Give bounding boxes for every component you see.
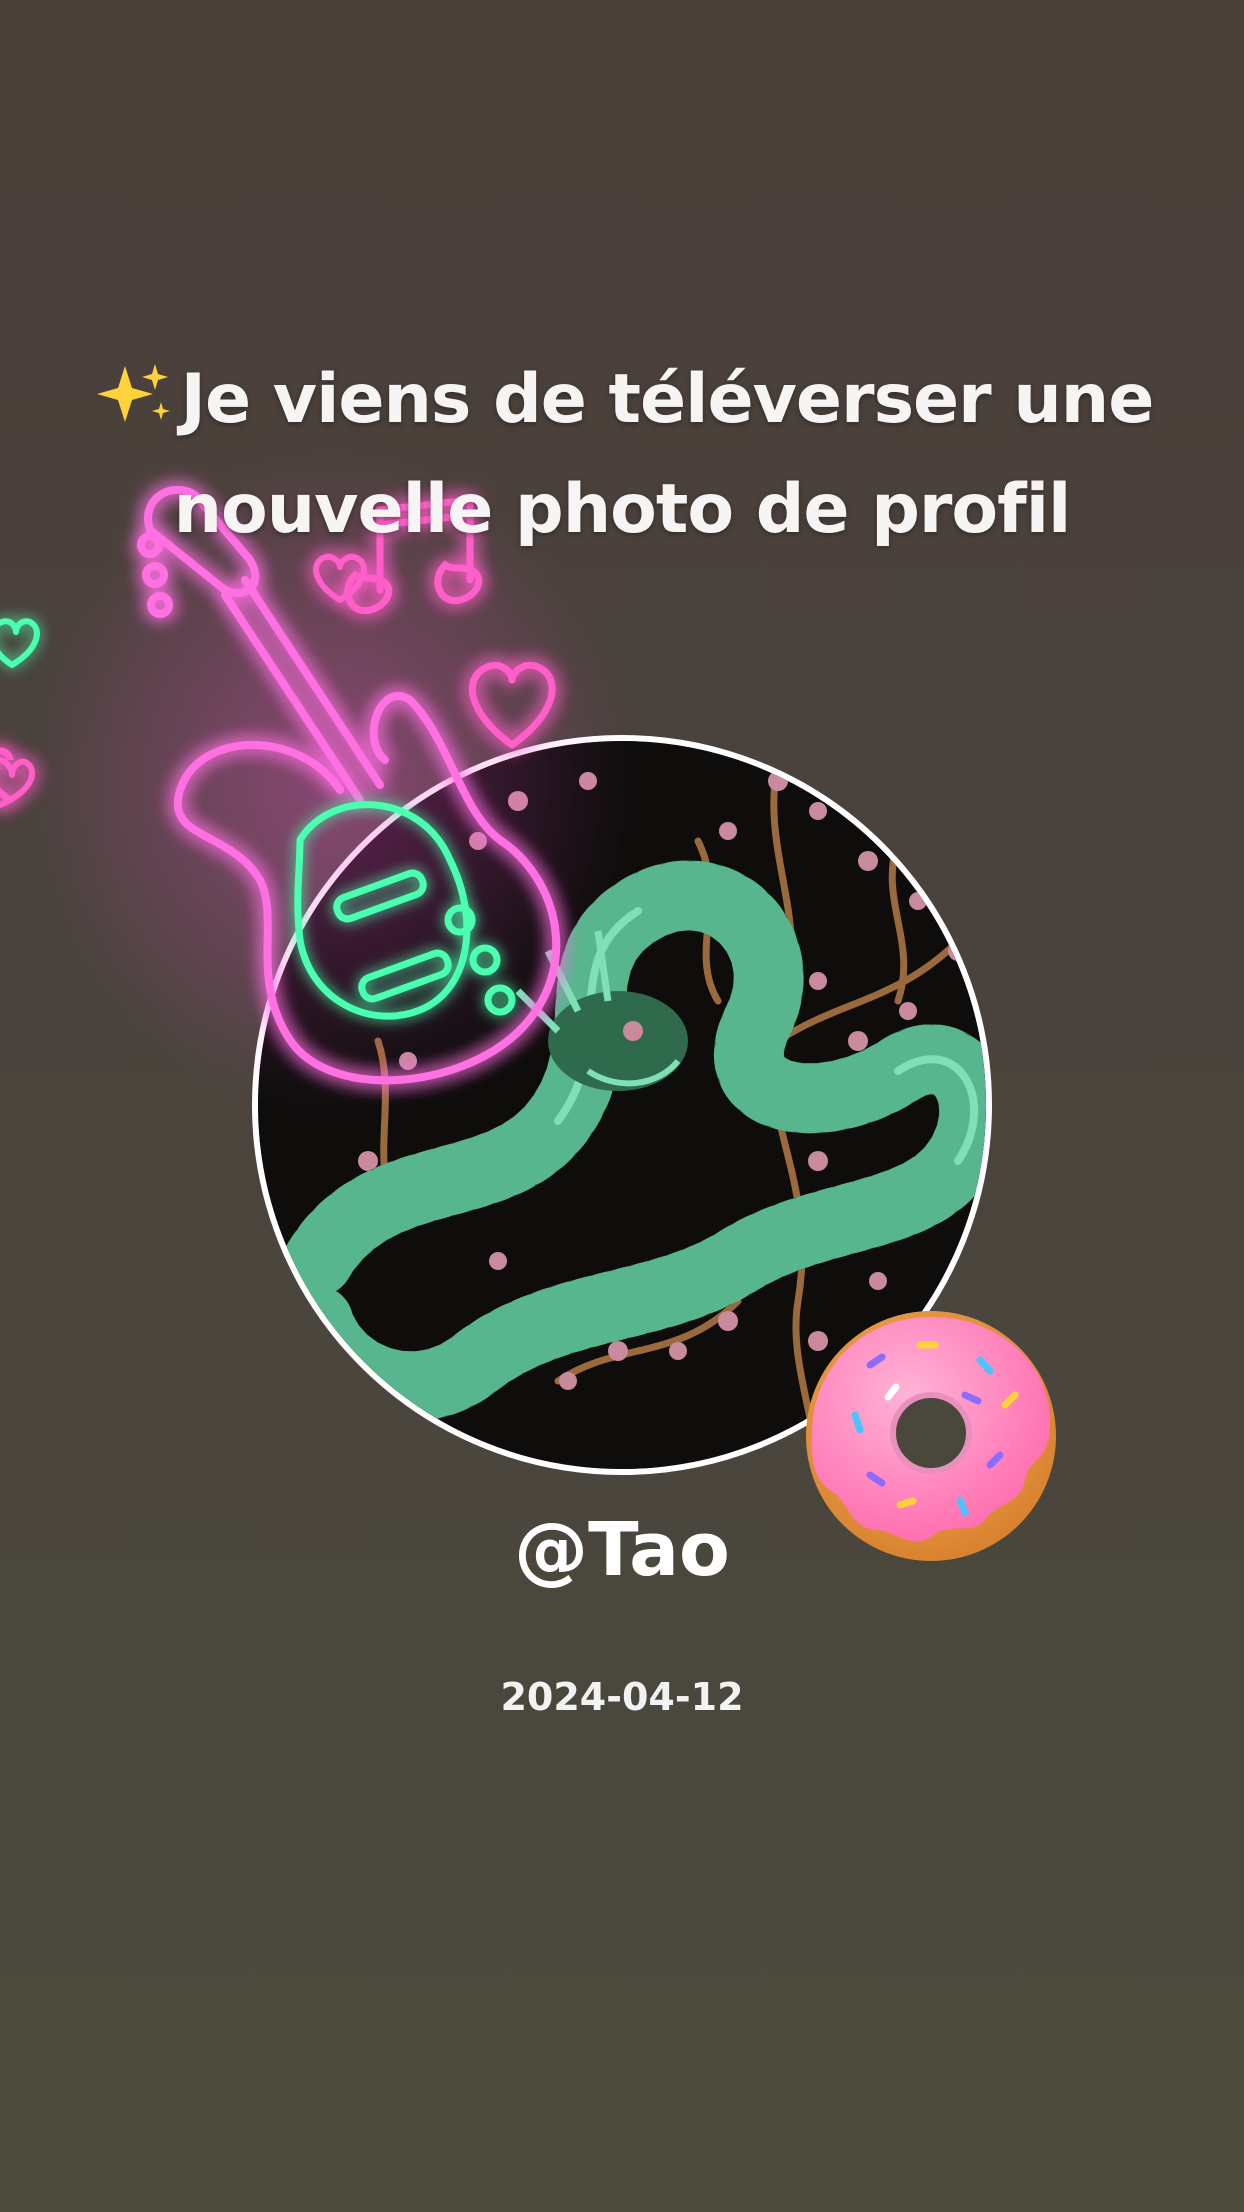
sparkles-icon [96,364,170,422]
upload-date: 2024-04-12 [500,1675,744,1719]
profile-photo-announcement: Je viens de téléverser une nouvelle phot… [0,0,1244,2212]
announcement-text: Je viens de téléverser une nouvelle phot… [173,360,1155,549]
announcement-title: Je viens de téléverser une nouvelle phot… [90,345,1154,565]
donut-icon [806,1311,1056,1561]
neon-heart-small-green [0,618,40,668]
neon-heart-small-pink [0,553,367,808]
